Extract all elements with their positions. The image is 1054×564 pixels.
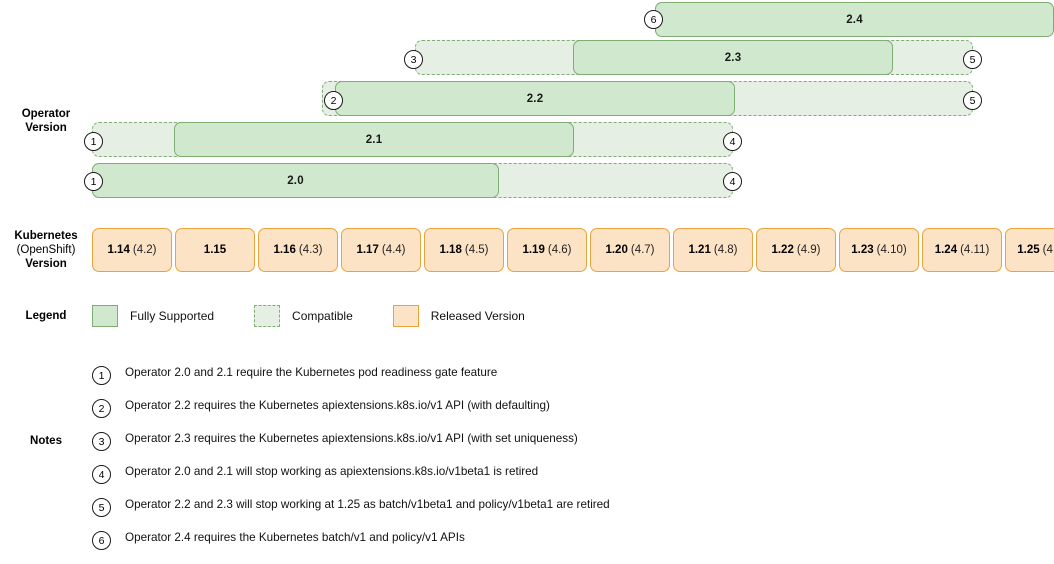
kubernetes-version-cell: 1.14 (4.2) [92,228,172,272]
note-item: 6 Operator 2.4 requires the Kubernetes ba… [92,531,692,553]
legend: Fully Supported Compatible Released Versio… [92,303,525,329]
note-marker-6: 6 [644,10,663,29]
note-item: 1 Operator 2.0 and 2.1 require the Kubern… [92,366,692,388]
kubernetes-version-number: 1.14 [107,244,130,256]
kubernetes-label-line3: Version [25,258,67,270]
legend-swatch-released-version [392,305,419,327]
fully-supported-bar-2.0: 2.0 [92,163,499,198]
note-marker-3: 3 [404,50,423,69]
note-marker-5: 5 [963,91,982,110]
kubernetes-version-cell: 1.23 (4.10) [839,228,919,272]
fully-supported-bar-2.3: 2.3 [573,40,893,75]
note-item: 2 Operator 2.2 requires the Kubernetes ap… [92,399,692,421]
note-number-5: 5 [92,498,111,517]
note-item: 4 Operator 2.0 and 2.1 will stop working … [92,465,692,487]
note-marker-2: 2 [324,91,343,110]
fully-supported-bar-2.2: 2.2 [335,81,735,116]
legend-swatch-fully-supported [92,305,118,327]
kubernetes-version-number: 1.16 [273,244,296,256]
kubernetes-version-cell: 1.18 (4.5) [424,228,504,272]
kubernetes-version-cell: 1.16 (4.3) [258,228,338,272]
operator-version-bars: 2.4 6 2.3 3 5 2.2 2 5 2.1 1 4 2.0 1 4 [0,0,1054,205]
kubernetes-label-line1: Kubernetes [14,230,78,242]
kubernetes-version-number: 1.15 [203,244,227,256]
note-text: Operator 2.2 requires the Kubernetes api… [125,399,550,412]
openshift-version-number: (4.12) [1042,244,1054,256]
openshift-version-number: (4.5) [464,244,489,256]
bar-label: 2.2 [526,92,544,105]
note-item: 5 Operator 2.2 and 2.3 will stop working … [92,498,692,520]
kubernetes-version-number: 1.24 [934,244,958,256]
note-number-2: 2 [92,399,111,418]
note-number-4: 4 [92,465,111,484]
note-text: Operator 2.3 requires the Kubernetes api… [125,432,578,445]
kubernetes-version-cell: 1.15 [175,228,255,272]
legend-item-released-version: Released Version [392,305,525,327]
note-text: Operator 2.0 and 2.1 require the Kuberne… [125,366,498,379]
openshift-version-number: (4.6) [547,244,572,256]
kubernetes-version-cell: 1.25(4.12) [1005,228,1054,272]
kubernetes-version-number: 1.25 [1017,244,1040,256]
openshift-version-number: (4.4) [381,244,406,256]
note-marker-1: 1 [84,132,103,151]
openshift-version-number: (4.3) [298,244,323,256]
legend-swatch-compatible [254,305,281,327]
legend-item-compatible: Compatible [254,305,353,327]
kubernetes-version-number: 1.17 [356,244,379,256]
kubernetes-label-line2: (OpenShift) [16,244,76,256]
kubernetes-version-number: 1.19 [522,244,545,256]
openshift-version-number: (4.11) [960,244,990,256]
fully-supported-bar-2.1: 2.1 [174,122,574,157]
kubernetes-version-row: 1.14 (4.2) 1.15 1.16 (4.3) 1.17 (4.4) 1.18 (4.5)… [92,228,1054,272]
kubernetes-version-number: 1.21 [688,244,711,256]
note-number-3: 3 [92,432,111,451]
kubernetes-version-cell: 1.21 (4.8) [673,228,753,272]
notes-list: 1 Operator 2.0 and 2.1 require the Kubern… [92,366,692,564]
note-marker-4: 4 [723,172,742,191]
kubernetes-version-number: 1.23 [851,244,874,256]
note-text: Operator 2.4 requires the Kubernetes bat… [125,531,465,544]
legend-item-fully-supported: Fully Supported [92,305,214,327]
legend-item-label: Fully Supported [130,309,215,323]
bar-label: 2.3 [724,51,742,64]
kubernetes-version-axis-label: Kubernetes (OpenShift) Version [0,229,92,271]
bar-label: 2.4 [846,13,863,26]
legend-label: Legend [25,310,67,322]
kubernetes-version-number: 1.18 [439,244,462,256]
bar-label: 2.0 [287,174,304,187]
note-marker-1: 1 [84,172,103,191]
kubernetes-version-cell: 1.24 (4.11) [922,228,1002,272]
kubernetes-version-number: 1.20 [605,244,628,256]
openshift-version-number: (4.2) [132,244,157,256]
note-item: 3 Operator 2.3 requires the Kubernetes ap… [92,432,692,454]
legend-item-label: Compatible [292,309,353,323]
note-marker-5: 5 [963,50,982,69]
kubernetes-version-number: 1.22 [771,244,794,256]
note-text: Operator 2.2 and 2.3 will stop working a… [125,498,610,511]
note-number-1: 1 [92,366,111,385]
kubernetes-version-cell: 1.22 (4.9) [756,228,836,272]
openshift-version-number: (4.10) [876,244,907,256]
kubernetes-version-cell: 1.20 (4.7) [590,228,670,272]
openshift-version-number: (4.7) [630,244,655,256]
note-text: Operator 2.0 and 2.1 will stop working a… [125,465,539,478]
notes-label: Notes [30,435,62,447]
kubernetes-version-cell: 1.19 (4.6) [507,228,587,272]
legend-item-label: Released Version [430,309,525,323]
fully-supported-bar-2.4: 2.4 [655,2,1054,37]
note-marker-4: 4 [723,132,742,151]
openshift-version-number: (4.9) [796,244,821,256]
bar-label: 2.1 [365,133,383,146]
kubernetes-version-cell: 1.17 (4.4) [341,228,421,272]
openshift-version-number: (4.8) [713,244,738,256]
